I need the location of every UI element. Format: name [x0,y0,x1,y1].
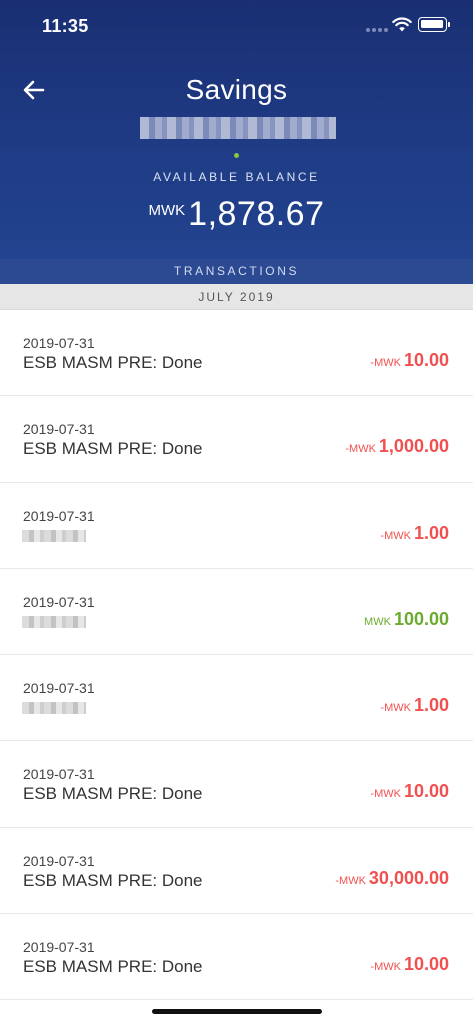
balance-label: AVAILABLE BALANCE [153,170,320,184]
balance-currency: MWK [148,202,186,219]
transaction-value: 1,000.00 [378,436,449,457]
transaction-row[interactable]: 2019-07-31 ESB MASM PRE: Done -MWK 1,000… [0,396,473,483]
transaction-value: 10.00 [403,350,449,370]
transaction-currency: -MWK [345,443,376,456]
transaction-description-redacted [22,702,86,715]
transaction-currency: -MWK [380,529,411,542]
battery-tip [448,22,450,27]
transaction-list: 2019-07-31 ESB MASM PRE: Done -MWK 10.00… [0,310,473,1001]
account-header: 11:35 Savings AVAILABLE BALANCE MWK 1,87… [0,0,473,259]
page-title: Savings [185,74,288,105]
transaction-description: ESB MASM PRE: Done [23,870,203,890]
transaction-currency: -MWK [370,357,401,369]
transaction-amount: -MWK 10.00 [370,350,449,371]
home-indicator[interactable] [152,1009,322,1014]
transaction-date: 2019-07-31 [23,766,95,783]
transaction-row[interactable]: 2019-07-31 ESB MASM PRE: Done -MWK 10.00 [0,914,473,1001]
transaction-amount: -MWK 10.00 [370,781,449,802]
balance-amount: 1,878.67 [188,195,325,233]
transaction-row[interactable]: 2019-07-31 MWK 100.00 [0,569,473,656]
signal-icon [366,28,388,32]
status-dot [234,153,239,158]
transaction-row[interactable]: 2019-07-31 -MWK 1.00 [0,483,473,569]
transaction-amount: -MWK 1.00 [380,695,449,716]
transaction-amount: -MWK 30,000.00 [335,868,449,889]
transaction-description-redacted [22,615,86,628]
transaction-date: 2019-07-31 [23,939,95,956]
transaction-value: 1.00 [413,522,449,543]
transaction-description: ESB MASM PRE: Done [23,784,203,804]
status-time: 11:35 [42,16,89,36]
transaction-currency: -MWK [370,788,401,801]
transaction-description: ESB MASM PRE: Done [23,439,203,459]
month-section-header: JULY 2019 [0,284,473,310]
transaction-value: 100.00 [393,608,449,629]
transaction-currency: MWK [364,615,391,628]
transaction-date: 2019-07-31 [23,335,95,351]
transaction-amount: MWK 100.00 [364,609,449,630]
transaction-row[interactable]: 2019-07-31 ESB MASM PRE: Done -MWK 10.00 [0,310,473,397]
transaction-date: 2019-07-31 [23,593,95,610]
transaction-row[interactable]: 2019-07-31 -MWK 1.00 [0,655,473,742]
transaction-amount: -MWK 10.00 [370,954,449,975]
available-balance: MWK 1,878.67 [0,195,473,234]
transaction-description: ESB MASM PRE: Done [23,353,203,372]
transaction-value: 10.00 [403,954,449,975]
transaction-currency: -MWK [335,874,366,887]
transaction-description-redacted [22,529,86,542]
transaction-value: 30,000.00 [368,867,449,888]
transaction-description: ESB MASM PRE: Done [23,957,203,977]
transaction-amount: -MWK 1,000.00 [345,436,449,457]
transaction-amount: -MWK 1.00 [380,523,449,544]
transaction-date: 2019-07-31 [23,680,95,697]
transaction-date: 2019-07-31 [23,421,95,438]
transaction-row[interactable]: 2019-07-31 ESB MASM PRE: Done -MWK 30,00… [0,828,473,915]
account-number-redacted [140,117,336,139]
transactions-header: TRANSACTIONS [0,259,473,284]
transaction-row[interactable]: 2019-07-31 ESB MASM PRE: Done -MWK 10.00 [0,741,473,828]
status-bar: 11:35 [0,0,473,52]
transaction-currency: -MWK [380,702,411,715]
transaction-currency: -MWK [370,961,401,974]
transaction-date: 2019-07-31 [23,852,95,869]
transaction-value: 1.00 [413,695,449,716]
transaction-value: 10.00 [403,781,449,802]
battery-icon [418,17,447,32]
transaction-date: 2019-07-31 [23,507,95,524]
wifi-icon [392,17,412,32]
